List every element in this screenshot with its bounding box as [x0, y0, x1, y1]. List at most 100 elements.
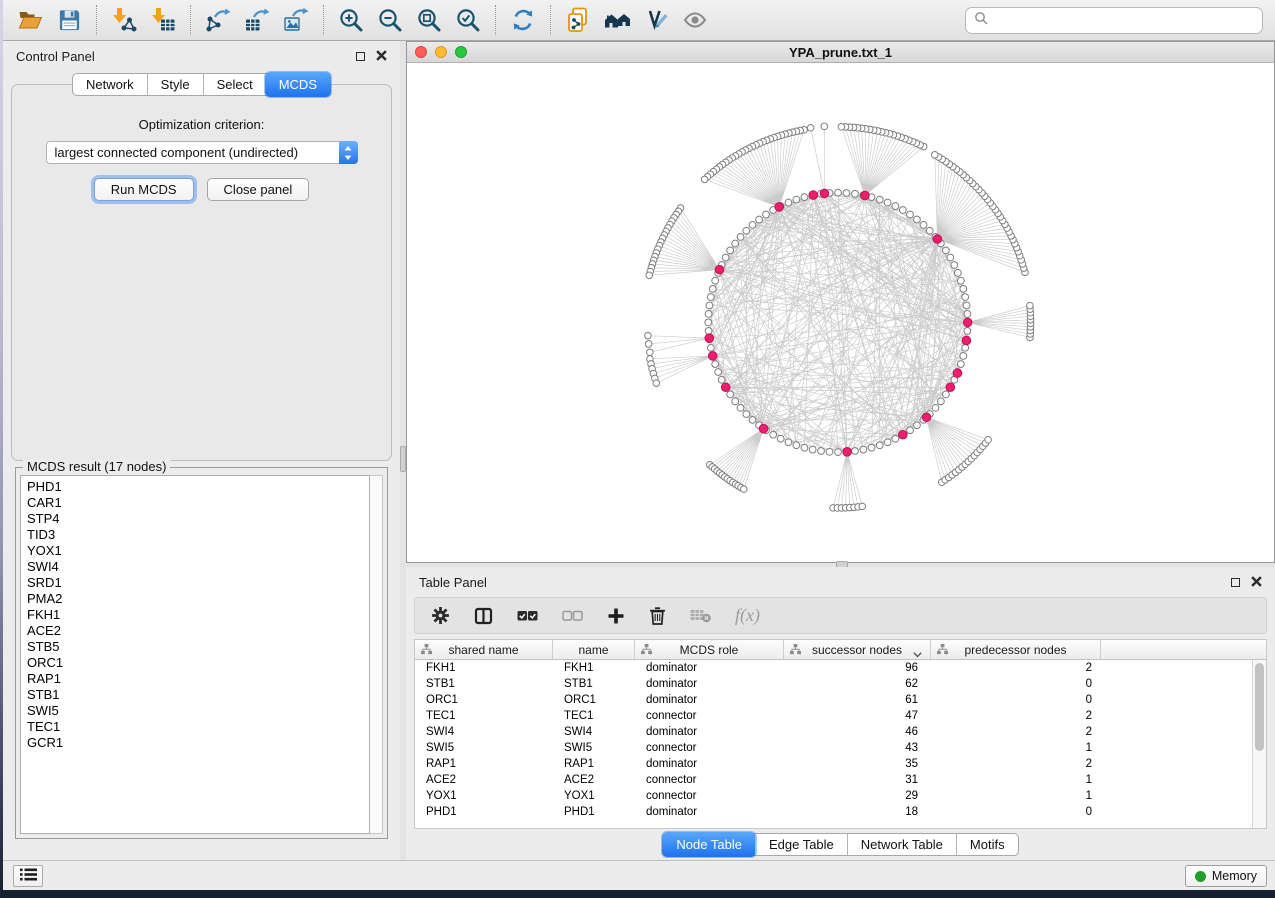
float-table-panel-icon[interactable] [1231, 578, 1240, 587]
table-row[interactable]: SWI5SWI5connector431 [415, 740, 1266, 756]
graph-node[interactable] [818, 448, 825, 455]
mcds-result-item[interactable]: PHD1 [27, 479, 369, 495]
graph-node[interactable] [957, 277, 964, 284]
export-network-icon[interactable] [203, 5, 233, 35]
graph-node[interactable] [942, 391, 949, 398]
graph-node[interactable] [962, 294, 969, 301]
close-table-panel-icon[interactable] [1251, 575, 1262, 590]
graph-node[interactable] [785, 199, 792, 206]
network-titlebar[interactable]: YPA_prune.txt_1 [407, 42, 1274, 63]
graph-node[interactable] [793, 442, 800, 449]
graph-mcds-node[interactable] [861, 191, 870, 200]
graph-node[interactable] [707, 294, 714, 301]
graph-node[interactable] [954, 269, 961, 276]
graph-node[interactable] [920, 222, 927, 229]
table-row[interactable]: RAP1RAP1dominator352 [415, 756, 1266, 772]
graph-node[interactable] [876, 442, 883, 449]
tab-select[interactable]: Select [203, 74, 266, 95]
mcds-result-item[interactable]: TID3 [27, 527, 369, 543]
graph-leaf-node[interactable] [931, 151, 938, 158]
graph-node[interactable] [868, 444, 875, 451]
table-row[interactable]: PHD1PHD1dominator180 [415, 804, 1266, 820]
tab-node-table[interactable]: Node Table [662, 832, 756, 857]
import-network-icon[interactable] [109, 5, 139, 35]
mcds-result-item[interactable]: SWI4 [27, 559, 369, 575]
graph-mcds-node[interactable] [899, 430, 908, 439]
graph-mcds-node[interactable] [922, 413, 931, 422]
graph-node[interactable] [732, 240, 739, 247]
mcds-result-item[interactable]: STP4 [27, 511, 369, 527]
graph-node[interactable] [705, 327, 712, 334]
table-row[interactable]: ORC1ORC1dominator610 [415, 692, 1266, 708]
graph-leaf-node[interactable] [1027, 302, 1034, 309]
refresh-icon[interactable] [508, 5, 538, 35]
mcds-result-item[interactable]: CAR1 [27, 495, 369, 511]
tab-motifs[interactable]: Motifs [956, 834, 1018, 855]
graph-node[interactable] [835, 449, 842, 456]
graph-mcds-node[interactable] [963, 318, 972, 327]
memory-button[interactable]: Memory [1185, 865, 1267, 887]
graph-node[interactable] [843, 190, 850, 197]
table-row[interactable]: STB1STB1dominator620 [415, 676, 1266, 692]
graph-node[interactable] [801, 444, 808, 451]
mcds-result-item[interactable]: GCR1 [27, 735, 369, 751]
graph-node[interactable] [749, 416, 756, 423]
graph-node[interactable] [763, 211, 770, 218]
graph-leaf-node[interactable] [740, 486, 747, 493]
graph-leaf-node[interactable] [653, 380, 660, 387]
graph-node[interactable] [899, 207, 906, 214]
deselect-all-icon[interactable] [562, 609, 583, 623]
table-row[interactable]: TEC1TEC1connector472 [415, 708, 1266, 724]
graph-mcds-node[interactable] [721, 383, 730, 392]
graph-node[interactable] [907, 427, 914, 434]
show-columns-icon[interactable] [474, 607, 493, 625]
criterion-dropdown[interactable]: largest connected component (undirected) [46, 141, 358, 164]
column-header-predecessor-nodes[interactable]: predecessor nodes [931, 640, 1101, 659]
graph-mcds-node[interactable] [715, 265, 724, 274]
zoom-selected-icon[interactable] [453, 5, 483, 35]
graph-leaf-node[interactable] [646, 272, 653, 279]
table-scrollbar[interactable] [1252, 660, 1266, 828]
graph-leaf-node[interactable] [821, 123, 828, 130]
mcds-result-item[interactable]: FKH1 [27, 607, 369, 623]
duplicate-network-icon[interactable] [563, 5, 593, 35]
graph-node[interactable] [777, 435, 784, 442]
graph-node[interactable] [707, 344, 714, 351]
graph-node[interactable] [907, 211, 914, 218]
graph-leaf-node[interactable] [859, 503, 866, 510]
run-mcds-button[interactable]: Run MCDS [94, 178, 194, 201]
graph-mcds-node[interactable] [705, 334, 714, 343]
graph-mcds-node[interactable] [962, 336, 971, 345]
eye-icon[interactable] [680, 5, 710, 35]
graph-node[interactable] [749, 222, 756, 229]
graph-leaf-node[interactable] [807, 124, 814, 131]
mcds-result-item[interactable]: STB5 [27, 639, 369, 655]
zoom-fit-icon[interactable] [414, 5, 444, 35]
import-table-icon[interactable] [148, 5, 178, 35]
graph-node[interactable] [709, 285, 716, 292]
graph-node[interactable] [706, 302, 713, 309]
graph-leaf-node[interactable] [701, 176, 708, 183]
graph-node[interactable] [932, 405, 939, 412]
graph-node[interactable] [718, 376, 725, 383]
first-neighbors-icon[interactable] [602, 5, 632, 35]
tab-network[interactable]: Network [73, 74, 147, 95]
graph-node[interactable] [860, 446, 867, 453]
close-panel-button[interactable]: Close panel [207, 178, 310, 201]
graph-node[interactable] [892, 435, 899, 442]
graph-node[interactable] [892, 203, 899, 210]
graph-node[interactable] [960, 353, 967, 360]
graph-node[interactable] [785, 439, 792, 446]
mcds-result-item[interactable]: ACE2 [27, 623, 369, 639]
gear-icon[interactable] [431, 606, 450, 625]
close-panel-icon[interactable] [376, 49, 387, 64]
mcds-result-item[interactable]: SRD1 [27, 575, 369, 591]
table-row[interactable]: FKH1FKH1dominator962 [415, 660, 1266, 676]
float-panel-icon[interactable] [356, 52, 365, 61]
export-image-icon[interactable] [281, 5, 311, 35]
graph-node[interactable] [852, 190, 859, 197]
mcds-result-item[interactable]: ORC1 [27, 655, 369, 671]
graph-mcds-node[interactable] [809, 191, 818, 200]
table-row[interactable]: YOX1YOX1connector291 [415, 788, 1266, 804]
graph-mcds-node[interactable] [953, 369, 962, 378]
